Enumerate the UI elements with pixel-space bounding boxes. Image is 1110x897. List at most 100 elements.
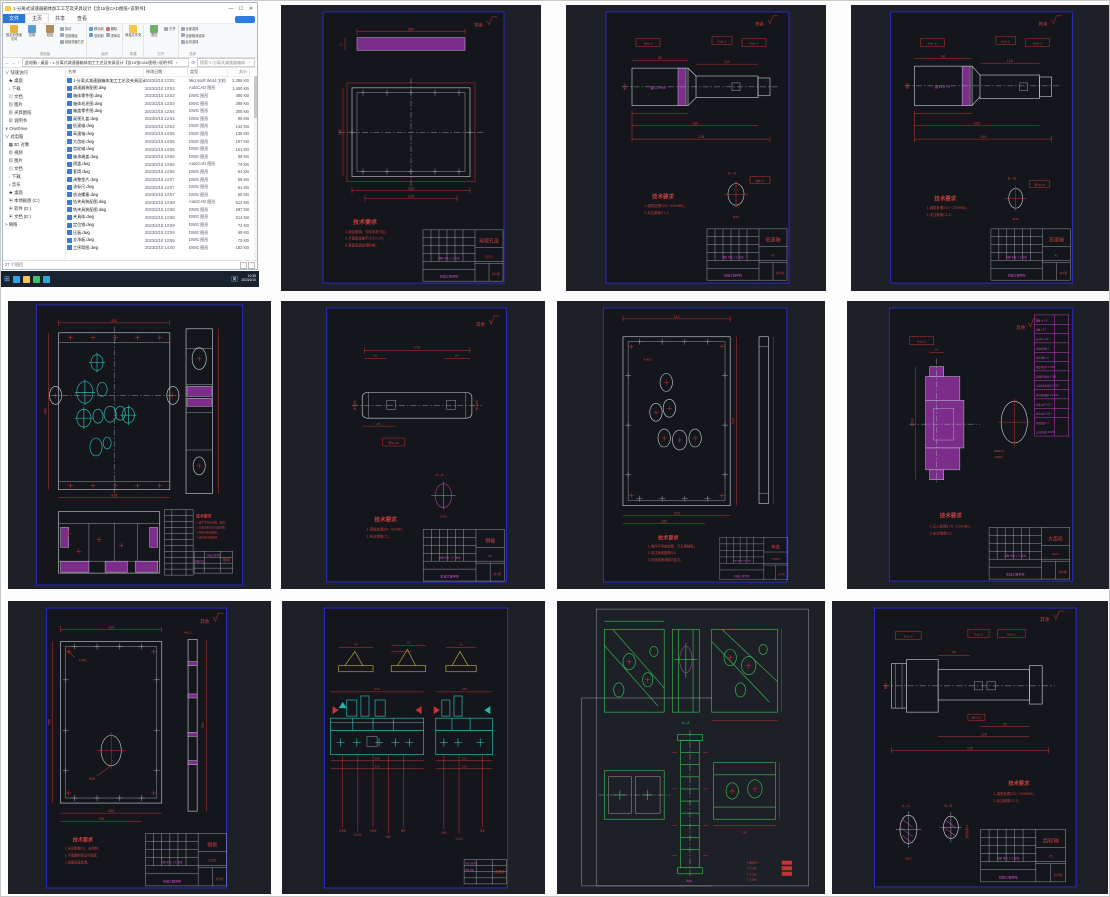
column-size[interactable]: 大小 [228,68,250,76]
file-row[interactable]: 减速器装配图.dwg 2023/2/10 13:53 AutoCAD 图形 1,… [66,85,257,93]
breadcrumb[interactable]: 此电脑 › 桌面 › 1-分离式减速器箱体加工工艺及夹具设计【含15张CAD图纸… [22,58,189,67]
cad-sheet-pin-shaft[interactable]: 其余 175 20 26 45 键8×40 Φ30k6 Φ30k6 A—A Φ3… [281,301,545,589]
file-row[interactable]: 油标尺.dwg 2023/2/10 13:57 DWG 图形 61 KB [66,183,257,191]
file-row[interactable]: 箱体零件图.dwg 2023/2/10 13:53 DWG 图形 486 KB [66,92,257,100]
tab-file[interactable]: 文件 [3,14,25,23]
rename-button[interactable]: 重命名 [106,33,121,38]
tab-share[interactable]: 共享 [49,14,71,23]
blue-badge[interactable] [235,16,255,23]
cad-sheet-housing[interactable]: 430 360 416 技术要求 1.铸件不得有砂眼、裂纹； 2.合箱后检查剖分… [8,301,271,589]
file-row[interactable]: 箱盖零件图.dwg 2023/2/10 13:54 DWG 图形 305 KB [66,107,257,115]
copy-button[interactable]: 复制 [24,25,40,38]
copy-to-button[interactable]: 复制到 [89,33,104,38]
back-button[interactable]: ← [5,60,9,65]
cad-sheet-fixture[interactable]: 40 35 30 210 180 210 120 100 120 支承板 定位销… [282,601,545,894]
wechat-icon[interactable] [33,276,40,283]
file-row[interactable]: 工序简图.dwg 2023/2/10 14:00 DWG 图形 183 KB [66,244,257,252]
minimize-button[interactable]: — [227,6,235,12]
cad-sheet-cover-plate[interactable]: 其余 360 12 240 320 200 技术要求 1.锐边倒钝，去除毛刺飞边… [281,5,541,291]
explorer-taskbar-icon[interactable] [23,276,30,283]
nav-item[interactable]: ▦ 3D 对象 [5,141,65,149]
file-row[interactable]: 铣夹具装配图.dwg 2023/2/10 13:58 DWG 图形 587 KB [66,206,257,214]
pin-quick-access-button[interactable]: 固定到快速访问 [6,25,22,41]
nav-item[interactable]: ▤ 文档 [5,93,65,101]
file-row[interactable]: 低速轴.dwg 2023/2/10 13:54 DWG 图形 142 KB [66,123,257,131]
maximize-button[interactable]: ☐ [237,6,245,12]
close-button[interactable]: ✕ [247,6,255,12]
system-tray[interactable]: 英 10:352023/2/10 [231,275,256,283]
file-row[interactable]: 大齿轮.dwg 2023/2/10 13:55 DWG 图形 187 KB [66,138,257,146]
clock[interactable]: 10:352023/2/10 [241,275,256,283]
list-view-icon[interactable] [240,262,247,269]
move-to-button[interactable]: 移动到 [89,26,104,31]
cut-button[interactable]: 剪切 [60,26,84,31]
nav-item[interactable]: ▨ 图片 [5,157,65,165]
file-row[interactable]: 高速轴.dwg 2023/2/10 13:55 DWG 图形 138 KB [66,130,257,138]
invert-selection-button[interactable]: 反向选择 [181,39,205,44]
nav-item[interactable]: ↓ 下载 [5,173,65,181]
cad-sheet-fixture-assembly[interactable]: A—A 156 4 螺栓M10 3 定位键 2 对刀块 1 夹具体 A向 [557,601,825,894]
column-type[interactable]: 类型 [188,68,228,76]
cad-sheet-gear[interactable]: 其余 Ra3.2 24 Φ232 Φ58H7 16JS9 模数 m 2.5 齿数… [847,301,1109,589]
nav-item[interactable]: ▣ 文档 (E:) [5,213,65,221]
copy-path-button[interactable]: 复制路径 [60,33,84,38]
tab-view[interactable]: 查看 [71,14,93,23]
nav-item[interactable]: ∨ 此电脑 [5,133,65,141]
select-all-button[interactable]: 全部选择 [181,26,205,31]
nav-item[interactable]: ▣ 软件 (D:) [5,205,65,213]
cad-sheet-high-speed-shaft[interactable]: 其余 Ra1.6 Ra3.2 Ra6.3 键14×70 90 118 Φ60 2… [851,5,1109,291]
file-row[interactable]: 轴承端盖.dwg 2023/2/10 13:56 DWG 图形 88 KB [66,153,257,161]
nav-item[interactable]: > 网络 [5,221,65,229]
file-row[interactable]: 窥视孔盖.dwg 2023/2/10 13:54 DWG 图形 96 KB [66,115,257,123]
nav-item[interactable]: ∨ OneDrive [5,125,65,133]
scrollbar-thumb[interactable] [254,76,257,118]
nav-item[interactable]: ★ 桌面 [5,189,65,197]
file-row[interactable]: 定位销.dwg 2023/2/10 13:59 DWG 图形 72 KB [66,221,257,229]
file-row[interactable]: 齿轮轴.dwg 2023/2/10 13:55 DWG 图形 151 KB [66,145,257,153]
nav-item[interactable]: ▤ 文档 [5,165,65,173]
qq-icon[interactable] [43,276,50,283]
delete-button[interactable]: 删除 [106,26,121,31]
nav-item[interactable]: ▨ 图片 [5,101,65,109]
nav-item[interactable]: ↓ 下载 [5,85,65,93]
open-button[interactable]: 打开 [164,26,175,31]
file-row[interactable]: 放油螺塞.dwg 2023/2/10 13:57 DWG 图形 56 KB [66,191,257,199]
nav-item[interactable]: ♪ 音乐 [5,181,65,189]
paste-button[interactable]: 粘贴 [42,25,58,38]
file-row[interactable]: 支承板.dwg 2023/2/10 13:59 DWG 图形 75 KB [66,236,257,244]
search-input[interactable]: 搜索"1-分离式减速器箱体…" [197,58,255,67]
forward-button[interactable]: → [11,60,15,65]
file-row[interactable]: 套筒.dwg 2023/2/10 13:56 DWG 图形 64 KB [66,168,257,176]
properties-button[interactable]: 属性 [146,25,162,38]
edge-icon[interactable] [13,276,20,283]
start-button[interactable]: ⊞ [4,275,10,283]
nav-item[interactable]: ▣ 本地磁盘 (C:) [5,197,65,205]
file-row[interactable]: 透盖.dwg 2023/2/10 13:56 AutoCAD 图形 79 KB [66,161,257,169]
file-row[interactable]: 夹具体.dwg 2023/2/10 13:58 DWG 图形 214 KB [66,214,257,222]
refresh-icon[interactable]: ⟳ [191,60,195,66]
file-row[interactable]: 调整垫片.dwg 2023/2/10 13:57 DWG 图形 58 KB [66,176,257,184]
file-row[interactable]: 压板.dwg 2023/2/10 13:59 DWG 图形 69 KB [66,229,257,237]
nav-item[interactable]: ▦ 夹具图纸 [5,109,65,117]
nav-item[interactable]: ▦ 说明书 [5,117,65,125]
cad-sheet-box-cover[interactable]: 345 6-Φ11 525 300 180 技术要求 1.铸件不得有砂眼、气孔等… [557,301,825,589]
scrollbar[interactable] [254,76,257,260]
tab-home[interactable]: 主页 [25,13,49,23]
cad-sheet-low-speed-shaft[interactable]: 其余 Ra1.6 Ra3.2 Ra6.3 键12×56 82 110 Φ55 1… [566,5,826,291]
column-name[interactable]: 名称 [66,68,144,76]
up-button[interactable]: ↑ [18,60,20,65]
file-row[interactable]: 钻夹具装配图.dwg 2023/2/10 13:58 AutoCAD 图形 61… [66,199,257,207]
cad-sheet-gear-shaft[interactable]: 其余 Ra1.6 Ra3.2 Ra6.3 M24 45 键6×22 65 120… [832,601,1108,894]
paste-shortcut-button[interactable]: 粘贴快捷方式 [60,39,84,44]
nav-item[interactable]: ▦ 视频 [5,149,65,157]
nav-item[interactable]: ∨ 快速访问 [5,69,65,77]
file-row[interactable]: 箱体毛坯图.dwg 2023/2/10 13:53 DWG 图形 298 KB [66,100,257,108]
ime-indicator[interactable]: 英 [231,276,239,282]
new-folder-button[interactable]: 新建文件夹 [125,25,141,38]
file-row[interactable]: 1-分离式减速器箱体加工工艺及夹具设计说明书 2023/2/10 13:52 M… [66,77,257,85]
select-none-button[interactable]: 全部取消选择 [181,33,205,38]
cad-sheet-side-plate[interactable]: 其余 330 4-Φ9 Φ40 560 300 150 Ra6.3 560 技术… [8,601,271,894]
thumb-view-icon[interactable] [248,262,255,269]
nav-item[interactable]: ★ 桌面 [5,77,65,85]
column-date[interactable]: 修改日期 [144,68,188,76]
